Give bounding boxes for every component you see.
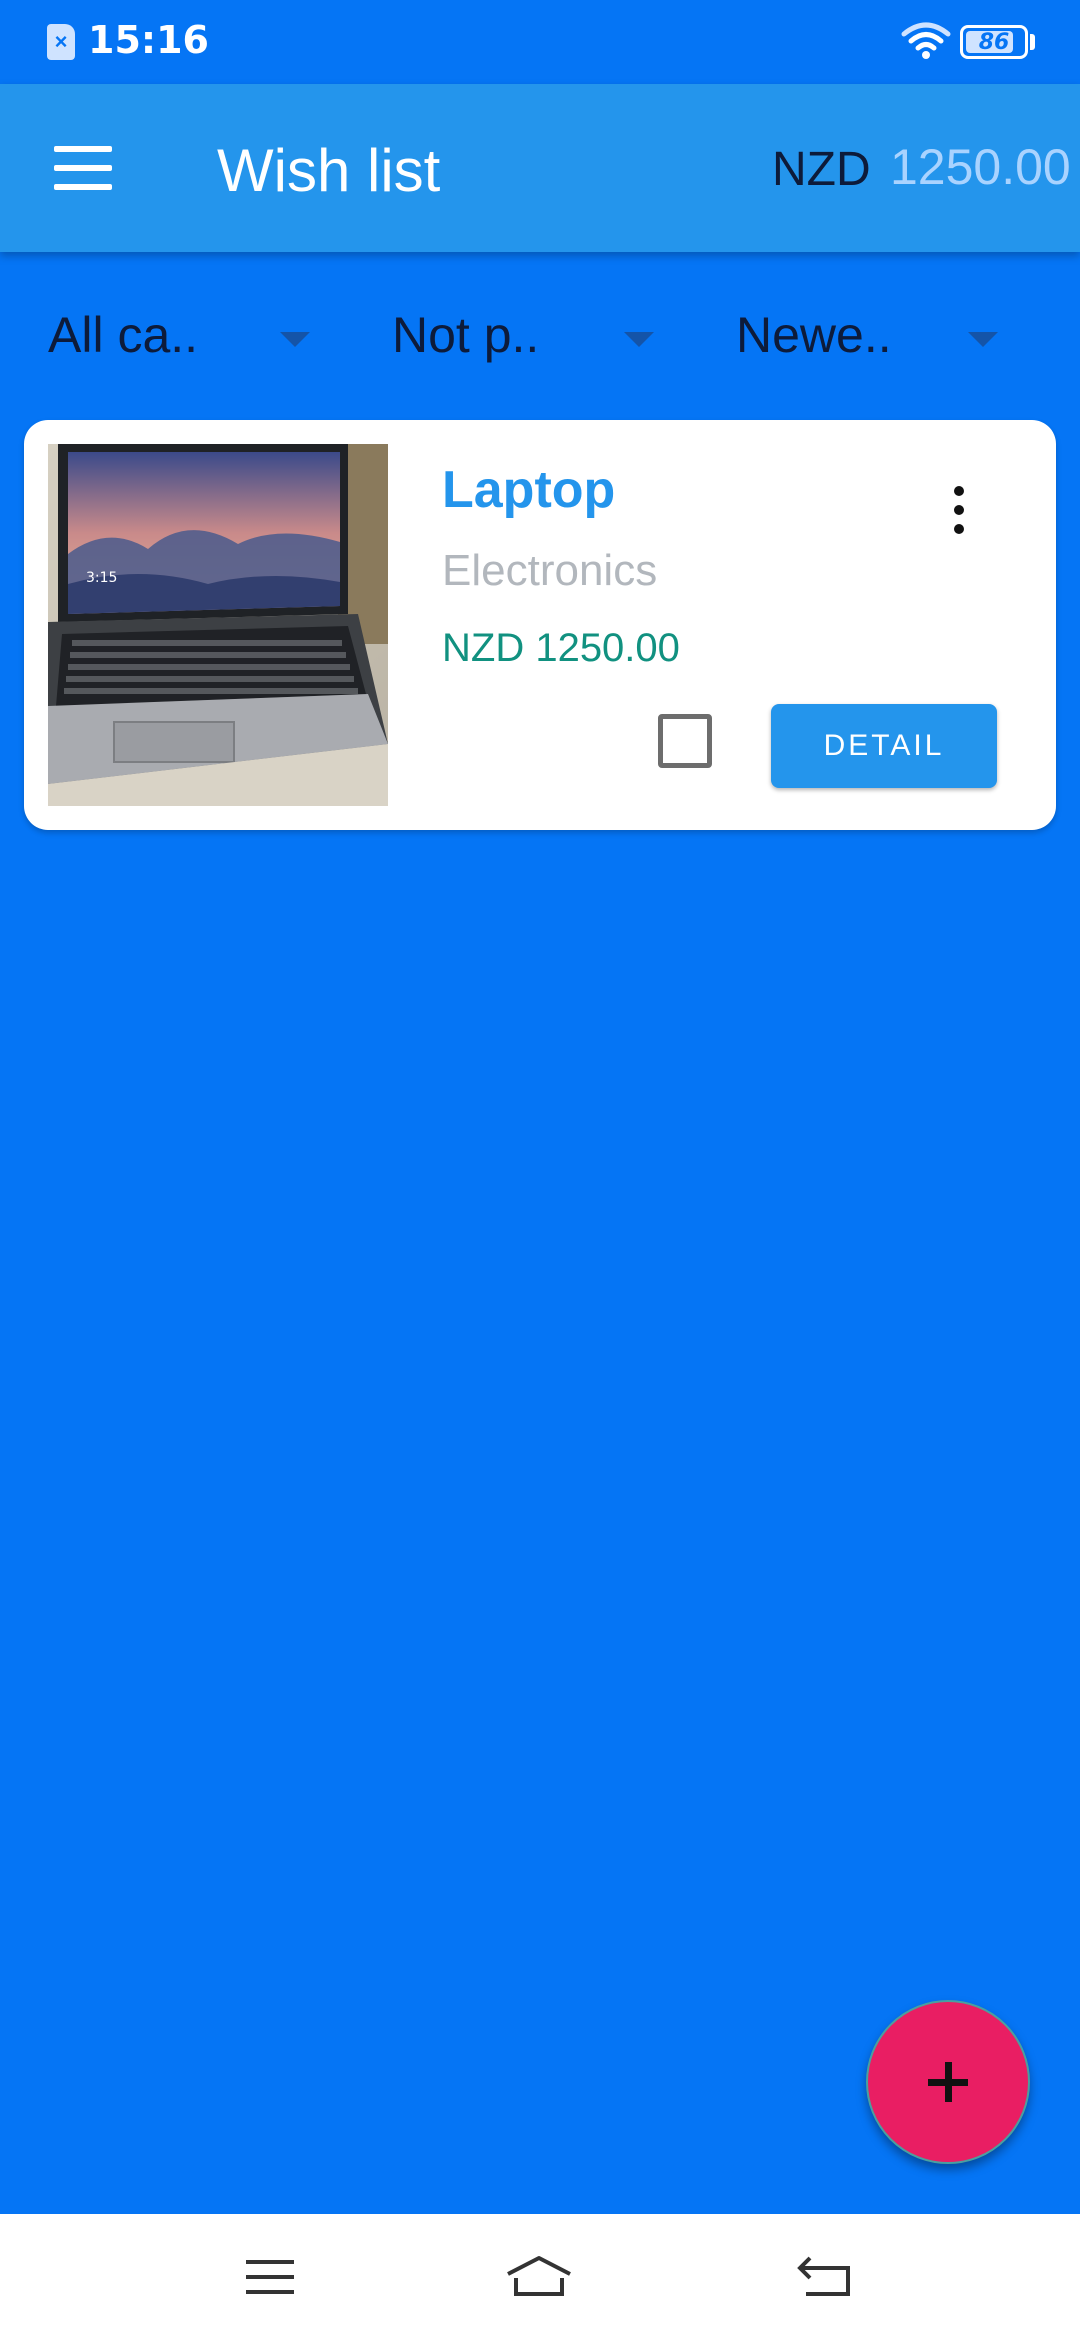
photo-clock-text: 3:15 [86, 570, 117, 586]
hamburger-menu-icon[interactable] [54, 144, 114, 192]
item-price: NZD 1250.00 [442, 626, 680, 670]
item-photo: 3:15 [48, 444, 388, 806]
filter-bar: All ca.. Not p.. Newe.. [0, 290, 1080, 380]
home-icon[interactable] [504, 2252, 574, 2302]
detail-button[interactable]: DETAIL [771, 704, 997, 788]
wifi-icon [901, 22, 951, 59]
item-category: Electronics [442, 546, 658, 595]
battery-icon: 86 [960, 25, 1028, 59]
dropdown-arrow-icon [968, 332, 998, 347]
sim-card-icon: × [47, 24, 75, 60]
purchase-status-filter-dropdown[interactable]: Not p.. [392, 290, 662, 380]
sort-filter-label: Newe.. [736, 307, 892, 363]
purchase-status-filter-label: Not p.. [392, 307, 540, 363]
total-amount: 1250.00 [890, 139, 1071, 195]
more-options-icon[interactable] [944, 480, 974, 540]
battery-level: 86 [978, 29, 1010, 55]
sort-filter-dropdown[interactable]: Newe.. [736, 290, 1006, 380]
status-time: 15:16 [88, 18, 209, 62]
item-name: Laptop [442, 461, 616, 519]
total-currency: NZD [772, 143, 871, 196]
dropdown-arrow-icon [624, 332, 654, 347]
app-bar: Wish list NZD 1250.00 [0, 84, 1080, 252]
dropdown-arrow-icon [280, 332, 310, 347]
plus-icon [928, 2062, 968, 2102]
add-item-button[interactable] [866, 2000, 1030, 2164]
laptop-photo-illustration: 3:15 [48, 444, 388, 806]
system-nav-bar [0, 2214, 1080, 2340]
battery-nub [1030, 34, 1035, 50]
status-bar: × 15:16 86 [0, 0, 1080, 84]
page-title: Wish list [217, 137, 441, 204]
category-filter-dropdown[interactable]: All ca.. [48, 290, 318, 380]
recent-apps-menu-icon[interactable] [240, 2252, 300, 2302]
back-icon[interactable] [796, 2252, 856, 2302]
wish-item-card[interactable]: 3:15 Laptop Electronics NZD 1250.00 DETA… [24, 420, 1056, 830]
category-filter-label: All ca.. [48, 307, 199, 363]
purchased-checkbox[interactable] [658, 714, 712, 768]
